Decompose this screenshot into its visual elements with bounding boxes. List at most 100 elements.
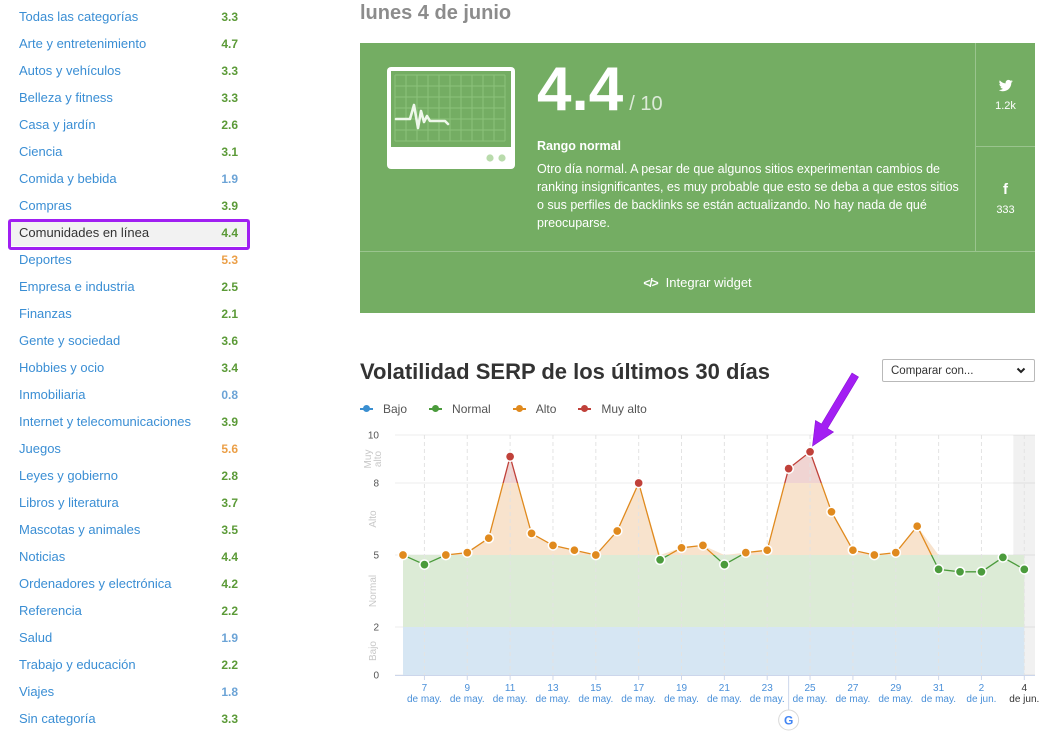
category-score: 3.3 bbox=[221, 63, 238, 78]
data-point bbox=[997, 552, 1009, 563]
legend-item-alto[interactable]: Alto bbox=[512, 401, 556, 417]
category-label: Empresa e industria bbox=[19, 279, 135, 294]
category-label: Internet y telecomunicaciones bbox=[19, 414, 191, 429]
sidebar-item-autos-y-vehiculos[interactable]: Autos y vehículos 3.3 bbox=[8, 57, 250, 84]
data-point bbox=[868, 549, 880, 561]
data-point bbox=[654, 554, 666, 566]
x-tick-label-day: 21 bbox=[719, 683, 731, 694]
sidebar-item-casa-y-jardin[interactable]: Casa y jardín 2.6 bbox=[8, 111, 250, 138]
x-tick-label-month: de may. bbox=[450, 694, 485, 705]
share-facebook-button[interactable]: f 333 bbox=[976, 147, 1035, 251]
page-date-title: lunes 4 de junio bbox=[360, 2, 512, 24]
data-point bbox=[461, 547, 473, 558]
sidebar-item-deportes[interactable]: Deportes 5.3 bbox=[8, 246, 250, 273]
category-score: 3.9 bbox=[221, 414, 238, 429]
embed-widget-button[interactable]: </> Integrar widget bbox=[360, 251, 1035, 313]
y-tick-label: 10 bbox=[368, 431, 380, 442]
sidebar-item-ciencia[interactable]: Ciencia 3.1 bbox=[8, 138, 250, 165]
twitter-share-count: 1.2k bbox=[995, 99, 1016, 112]
data-point bbox=[504, 451, 516, 462]
sidebar-item-viajes[interactable]: Viajes 1.8 bbox=[8, 678, 250, 705]
google-update-marker[interactable]: G bbox=[778, 709, 800, 731]
category-label: Leyes y gobierno bbox=[19, 468, 119, 483]
share-twitter-button[interactable]: 1.2k bbox=[976, 43, 1035, 147]
share-panel: 1.2k f 333 bbox=[975, 43, 1035, 251]
x-tick-label-month: de may. bbox=[536, 694, 571, 705]
data-point bbox=[761, 544, 773, 556]
category-score: 2.2 bbox=[221, 657, 238, 672]
x-tick-label-day: 4 bbox=[1022, 683, 1028, 694]
category-score: 3.3 bbox=[221, 90, 238, 105]
category-score: 2.5 bbox=[221, 279, 238, 294]
sidebar-item-trabajo-y-educacion[interactable]: Trabajo y educación 2.2 bbox=[8, 651, 250, 678]
x-tick-label-day: 29 bbox=[890, 683, 902, 694]
twitter-icon bbox=[998, 78, 1013, 94]
category-score: 3.3 bbox=[221, 711, 238, 726]
category-label: Mascotas y animales bbox=[19, 522, 141, 537]
compare-with-select[interactable]: Comparar con... bbox=[882, 359, 1035, 382]
category-label: Deportes bbox=[19, 252, 72, 267]
legend-item-bajo[interactable]: Bajo bbox=[360, 401, 407, 417]
sidebar-item-juegos[interactable]: Juegos 5.6 bbox=[8, 435, 250, 462]
category-label: Compras bbox=[19, 198, 72, 213]
sidebar-item-compras[interactable]: Compras 3.9 bbox=[8, 192, 250, 219]
legend-label: Normal bbox=[452, 402, 491, 416]
x-tick-label-month: de may. bbox=[664, 694, 699, 705]
category-label: Referencia bbox=[19, 603, 82, 618]
sidebar-item-finanzas[interactable]: Finanzas 2.1 bbox=[8, 300, 250, 327]
sidebar-item-noticias[interactable]: Noticias 4.4 bbox=[8, 543, 250, 570]
sidebar-item-mascotas-y-animales[interactable]: Mascotas y animales 3.5 bbox=[8, 516, 250, 543]
data-point bbox=[719, 559, 730, 570]
x-tick-label-month: de may. bbox=[921, 694, 956, 705]
category-label: Autos y vehículos bbox=[19, 63, 121, 78]
x-tick-label-month: de jun. bbox=[1009, 694, 1039, 705]
sidebar-item-comida-y-bebida[interactable]: Comida y bebida 1.9 bbox=[8, 165, 250, 192]
legend-label: Muy alto bbox=[601, 402, 647, 416]
category-label: Ciencia bbox=[19, 144, 63, 159]
legend-marker-icon bbox=[429, 405, 443, 412]
sidebar-item-gente-y-sociedad[interactable]: Gente y sociedad 3.6 bbox=[8, 327, 250, 354]
x-tick-label-day: 2 bbox=[979, 683, 985, 694]
sidebar-item-belleza-y-fitness[interactable]: Belleza y fitness 3.3 bbox=[8, 84, 250, 111]
category-label: Noticias bbox=[19, 549, 66, 564]
y-tick-label: 0 bbox=[373, 671, 379, 682]
legend-item-normal[interactable]: Normal bbox=[429, 401, 491, 417]
data-point bbox=[440, 549, 452, 561]
category-score: 1.9 bbox=[221, 171, 238, 186]
embed-widget-label: Integrar widget bbox=[665, 275, 752, 290]
compare-select-value: Comparar con... bbox=[891, 364, 974, 377]
volatility-score-card: 4.4 / 10 Rango normal Otro día normal. A… bbox=[360, 43, 1035, 313]
legend-label: Bajo bbox=[383, 402, 408, 416]
data-point bbox=[911, 520, 923, 532]
zone-axis-label: Bajo bbox=[368, 641, 379, 661]
sidebar-item-inmobiliaria[interactable]: Inmobiliaria 0.8 bbox=[8, 381, 250, 408]
data-point bbox=[847, 544, 859, 556]
sidebar-item-arte-y-entretenimiento[interactable]: Arte y entretenimiento 4.7 bbox=[8, 30, 250, 57]
data-point bbox=[804, 446, 816, 458]
category-score: 5.3 bbox=[221, 252, 238, 267]
sidebar-item-empresa-e-industria[interactable]: Empresa e industria 2.5 bbox=[8, 273, 250, 300]
sidebar-item-referencia[interactable]: Referencia 2.2 bbox=[8, 597, 250, 624]
sidebar-item-sin-categoria[interactable]: Sin categoría 3.3 bbox=[8, 705, 250, 732]
data-point bbox=[676, 542, 687, 554]
data-point bbox=[783, 463, 794, 474]
sidebar-item-internet-y-telecomunicaciones[interactable]: Internet y telecomunicaciones 3.9 bbox=[8, 408, 250, 435]
x-tick-label-day: 13 bbox=[547, 683, 559, 694]
sidebar-item-todas-las-categorias[interactable]: Todas las categorías 3.3 bbox=[8, 3, 250, 30]
data-point bbox=[954, 566, 966, 578]
sidebar-item-salud[interactable]: Salud 1.9 bbox=[8, 624, 250, 651]
google-icon-glyph: G bbox=[784, 714, 793, 728]
sidebar-item-leyes-y-gobierno[interactable]: Leyes y gobierno 2.8 bbox=[8, 462, 250, 489]
x-tick-label-day: 11 bbox=[505, 683, 516, 694]
data-point bbox=[740, 547, 752, 558]
legend-item-muy-alto[interactable]: Muy alto bbox=[578, 401, 647, 417]
sidebar-item-comunidades-en-linea[interactable]: Comunidades en línea 4.4 bbox=[8, 219, 250, 250]
sidebar-item-libros-y-literatura[interactable]: Libros y literatura 3.7 bbox=[8, 489, 250, 516]
category-score: 3.7 bbox=[221, 495, 238, 510]
x-tick-label-day: 23 bbox=[762, 683, 774, 694]
category-score: 2.6 bbox=[221, 117, 238, 132]
sidebar-item-hobbies-y-ocio[interactable]: Hobbies y ocio 3.4 bbox=[8, 354, 250, 381]
sidebar-item-ordenadores-y-electronica[interactable]: Ordenadores y electrónica 4.2 bbox=[8, 570, 250, 597]
category-label: Salud bbox=[19, 630, 53, 645]
category-label: Arte y entretenimiento bbox=[19, 36, 147, 51]
